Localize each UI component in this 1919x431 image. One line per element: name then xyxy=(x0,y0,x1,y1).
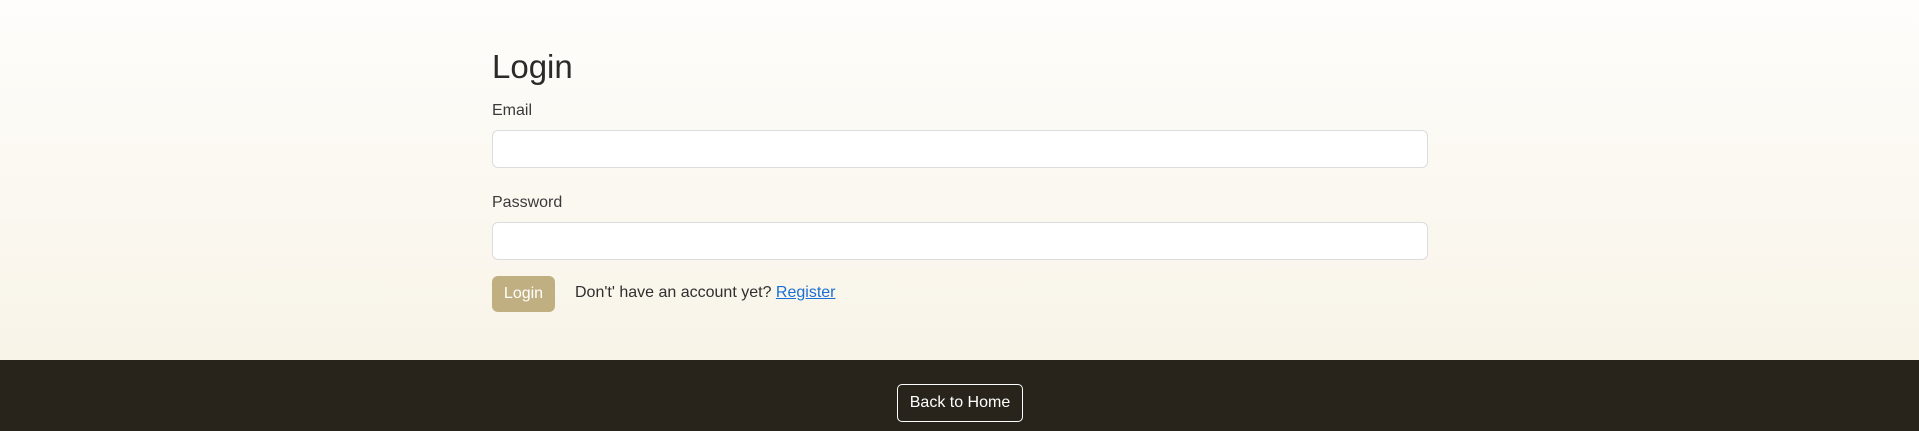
back-to-home-button[interactable]: Back to Home xyxy=(897,384,1023,422)
password-field[interactable] xyxy=(492,222,1428,260)
register-prompt-text: Don't' have an account yet? xyxy=(575,284,772,301)
email-label: Email xyxy=(492,102,533,119)
page-title: Login xyxy=(492,48,573,85)
password-label: Password xyxy=(492,194,563,211)
register-prompt-line: Don't' have an account yet? Register xyxy=(575,283,836,303)
email-field[interactable] xyxy=(492,130,1428,168)
footer: Back to Home xyxy=(0,360,1919,431)
login-button[interactable]: Login xyxy=(492,276,555,312)
main-content: Login Email Password Login Don't' have a… xyxy=(0,0,1919,360)
register-link[interactable]: Register xyxy=(776,284,836,301)
